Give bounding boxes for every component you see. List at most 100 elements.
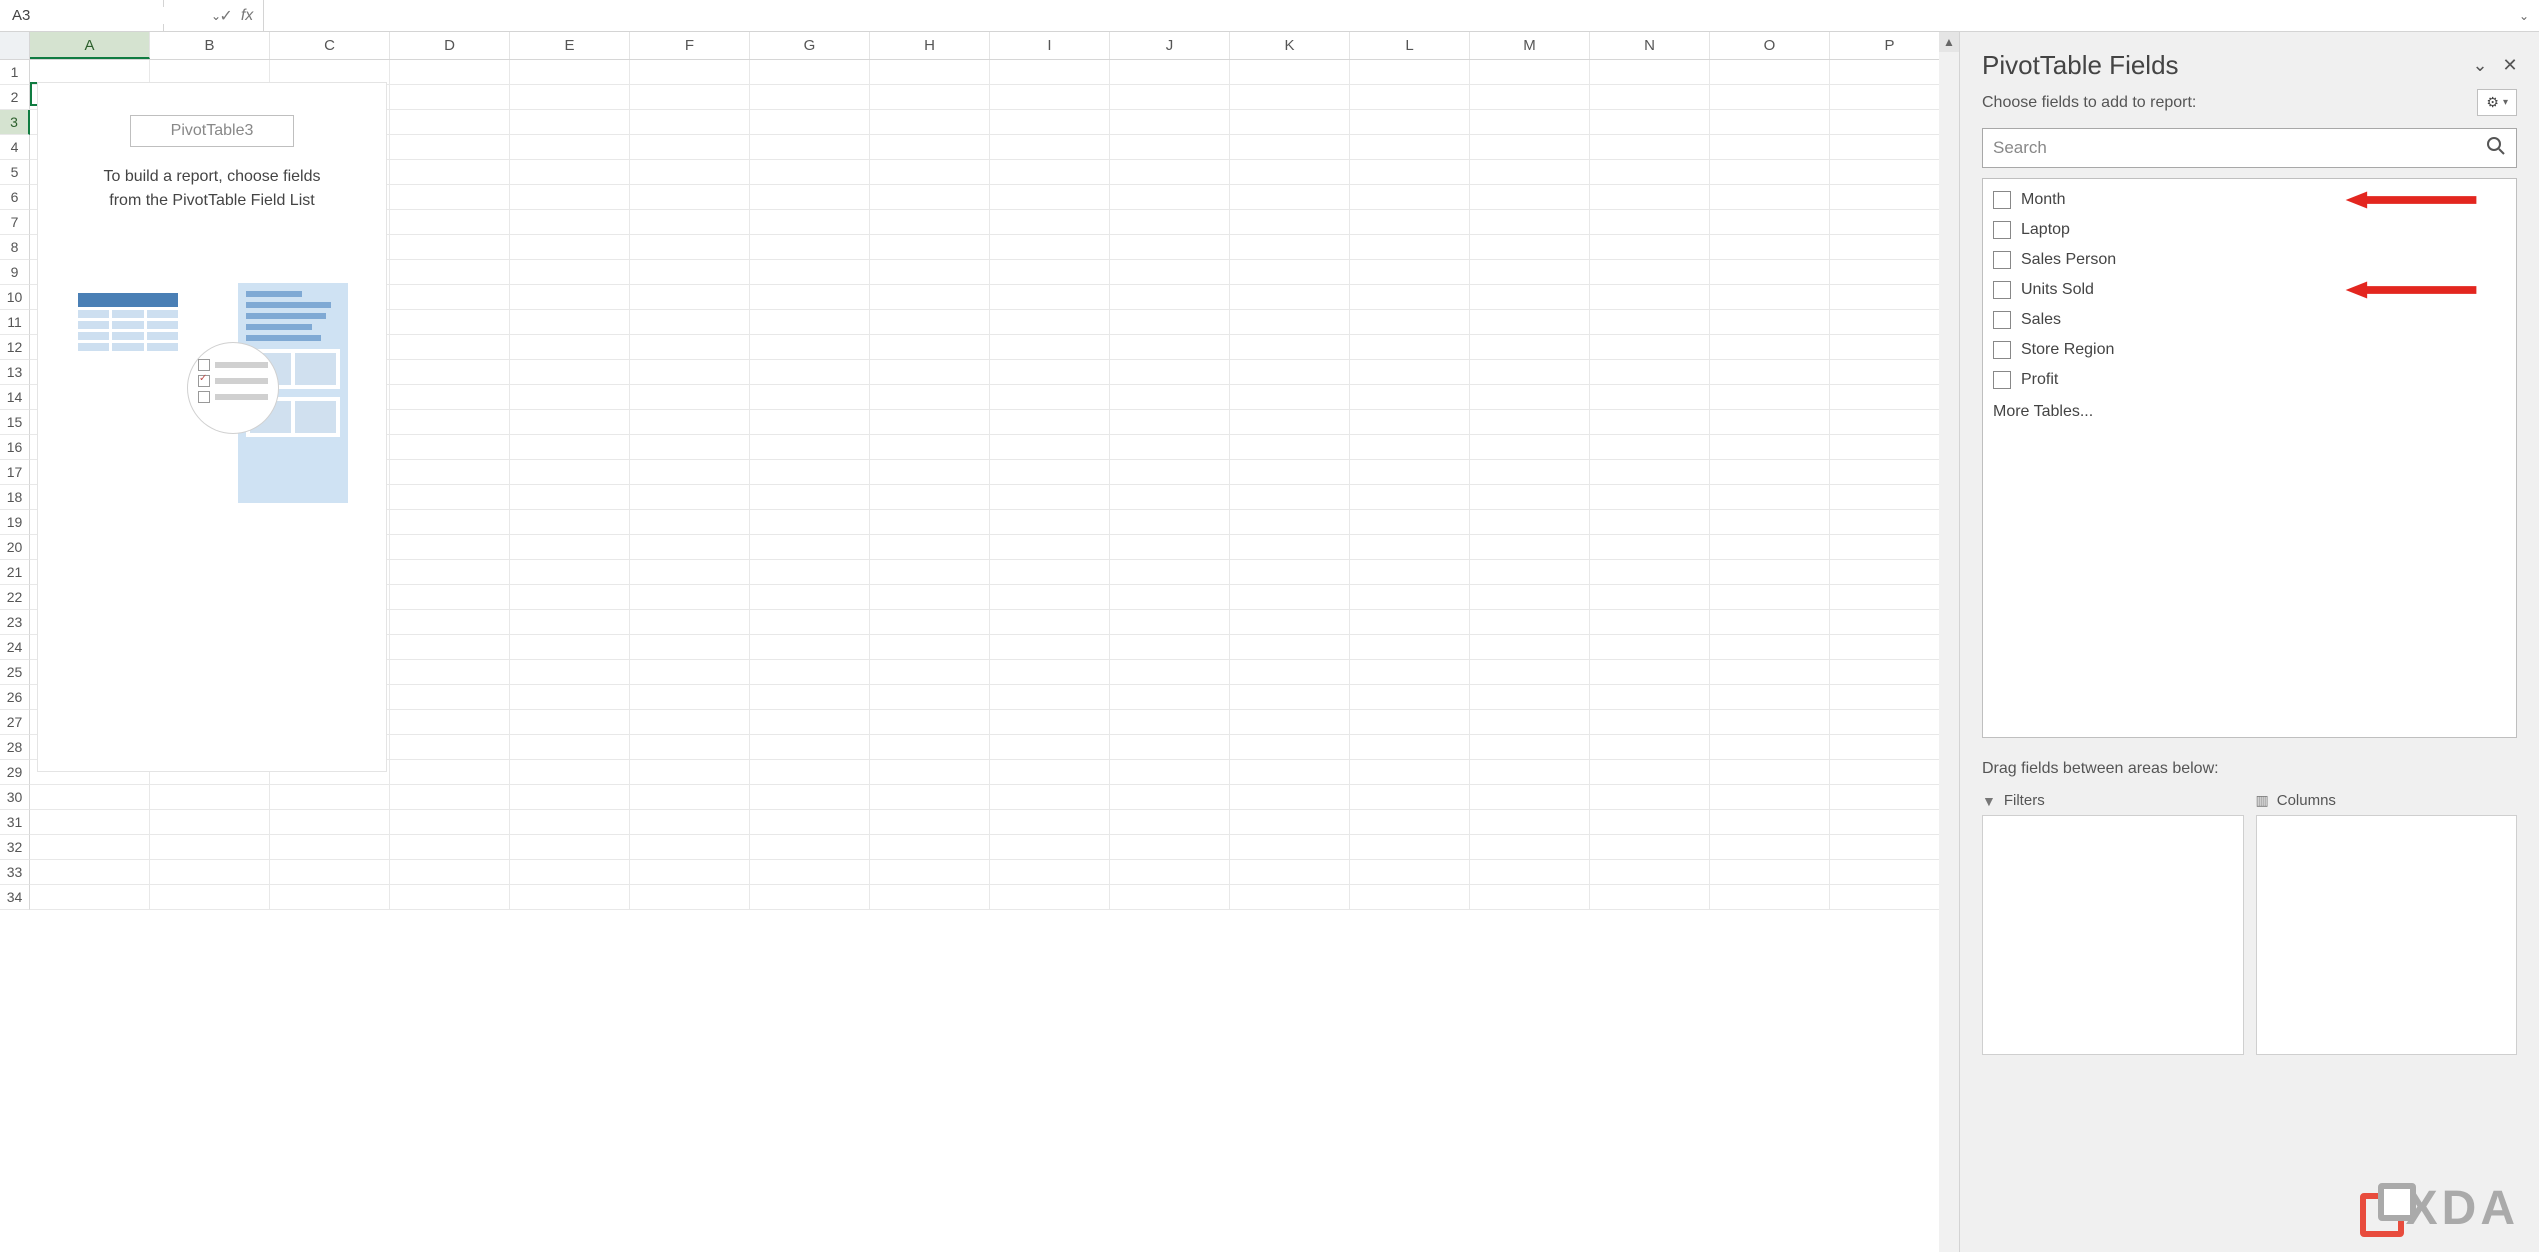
- cell-E34[interactable]: [510, 885, 630, 910]
- row-header-1[interactable]: 1: [0, 60, 30, 85]
- cell-G15[interactable]: [750, 410, 870, 435]
- field-item-units-sold[interactable]: Units Sold: [1983, 275, 2516, 305]
- cell-D3[interactable]: [390, 110, 510, 135]
- cell-P18[interactable]: [1830, 485, 1950, 510]
- cell-N27[interactable]: [1590, 710, 1710, 735]
- cell-H14[interactable]: [870, 385, 990, 410]
- cell-L23[interactable]: [1350, 610, 1470, 635]
- cell-E6[interactable]: [510, 185, 630, 210]
- cell-P19[interactable]: [1830, 510, 1950, 535]
- cell-O33[interactable]: [1710, 860, 1830, 885]
- cell-G21[interactable]: [750, 560, 870, 585]
- cell-M6[interactable]: [1470, 185, 1590, 210]
- col-header-i[interactable]: I: [990, 32, 1110, 59]
- cell-F3[interactable]: [630, 110, 750, 135]
- cell-G10[interactable]: [750, 285, 870, 310]
- cell-M22[interactable]: [1470, 585, 1590, 610]
- cell-K24[interactable]: [1230, 635, 1350, 660]
- cell-E22[interactable]: [510, 585, 630, 610]
- cell-P24[interactable]: [1830, 635, 1950, 660]
- cell-L16[interactable]: [1350, 435, 1470, 460]
- cell-L5[interactable]: [1350, 160, 1470, 185]
- cell-I33[interactable]: [990, 860, 1110, 885]
- cell-F25[interactable]: [630, 660, 750, 685]
- col-header-f[interactable]: F: [630, 32, 750, 59]
- cell-O14[interactable]: [1710, 385, 1830, 410]
- search-input[interactable]: [1993, 138, 2486, 158]
- cell-F17[interactable]: [630, 460, 750, 485]
- cell-G33[interactable]: [750, 860, 870, 885]
- row-header-8[interactable]: 8: [0, 235, 30, 260]
- row-header-14[interactable]: 14: [0, 385, 30, 410]
- cell-A30[interactable]: [30, 785, 150, 810]
- cell-I9[interactable]: [990, 260, 1110, 285]
- cell-D7[interactable]: [390, 210, 510, 235]
- col-header-g[interactable]: G: [750, 32, 870, 59]
- cell-P5[interactable]: [1830, 160, 1950, 185]
- row-header-18[interactable]: 18: [0, 485, 30, 510]
- cell-F11[interactable]: [630, 310, 750, 335]
- cell-K6[interactable]: [1230, 185, 1350, 210]
- cell-D4[interactable]: [390, 135, 510, 160]
- field-item-laptop[interactable]: Laptop: [1983, 215, 2516, 245]
- row-header-7[interactable]: 7: [0, 210, 30, 235]
- cell-D1[interactable]: [390, 60, 510, 85]
- cell-I14[interactable]: [990, 385, 1110, 410]
- cell-B34[interactable]: [150, 885, 270, 910]
- more-tables-link[interactable]: More Tables...: [1983, 395, 2516, 429]
- cell-K21[interactable]: [1230, 560, 1350, 585]
- cell-K10[interactable]: [1230, 285, 1350, 310]
- cell-G16[interactable]: [750, 435, 870, 460]
- cell-F14[interactable]: [630, 385, 750, 410]
- cell-I10[interactable]: [990, 285, 1110, 310]
- cell-P3[interactable]: [1830, 110, 1950, 135]
- cell-E12[interactable]: [510, 335, 630, 360]
- cell-H32[interactable]: [870, 835, 990, 860]
- cell-M32[interactable]: [1470, 835, 1590, 860]
- cell-F27[interactable]: [630, 710, 750, 735]
- cell-P16[interactable]: [1830, 435, 1950, 460]
- cell-J7[interactable]: [1110, 210, 1230, 235]
- cell-M15[interactable]: [1470, 410, 1590, 435]
- row-header-29[interactable]: 29: [0, 760, 30, 785]
- cell-K7[interactable]: [1230, 210, 1350, 235]
- cell-M21[interactable]: [1470, 560, 1590, 585]
- cell-E33[interactable]: [510, 860, 630, 885]
- cell-P22[interactable]: [1830, 585, 1950, 610]
- cell-O19[interactable]: [1710, 510, 1830, 535]
- row-header-32[interactable]: 32: [0, 835, 30, 860]
- cell-K8[interactable]: [1230, 235, 1350, 260]
- cell-M23[interactable]: [1470, 610, 1590, 635]
- cell-L33[interactable]: [1350, 860, 1470, 885]
- cell-K23[interactable]: [1230, 610, 1350, 635]
- cell-K34[interactable]: [1230, 885, 1350, 910]
- vertical-scrollbar[interactable]: ▲: [1939, 32, 1959, 1252]
- cell-N3[interactable]: [1590, 110, 1710, 135]
- cell-H30[interactable]: [870, 785, 990, 810]
- cell-O31[interactable]: [1710, 810, 1830, 835]
- cell-O17[interactable]: [1710, 460, 1830, 485]
- cell-I3[interactable]: [990, 110, 1110, 135]
- cell-L21[interactable]: [1350, 560, 1470, 585]
- cell-I6[interactable]: [990, 185, 1110, 210]
- row-header-25[interactable]: 25: [0, 660, 30, 685]
- cell-F20[interactable]: [630, 535, 750, 560]
- cell-G29[interactable]: [750, 760, 870, 785]
- cell-P1[interactable]: [1830, 60, 1950, 85]
- cell-G22[interactable]: [750, 585, 870, 610]
- cell-G1[interactable]: [750, 60, 870, 85]
- cell-L6[interactable]: [1350, 185, 1470, 210]
- cell-I24[interactable]: [990, 635, 1110, 660]
- cell-P8[interactable]: [1830, 235, 1950, 260]
- cell-G32[interactable]: [750, 835, 870, 860]
- col-header-l[interactable]: L: [1350, 32, 1470, 59]
- formula-expand-icon[interactable]: ⌄: [2509, 0, 2539, 31]
- cell-H7[interactable]: [870, 210, 990, 235]
- cell-M10[interactable]: [1470, 285, 1590, 310]
- cell-M16[interactable]: [1470, 435, 1590, 460]
- row-header-12[interactable]: 12: [0, 335, 30, 360]
- cell-F26[interactable]: [630, 685, 750, 710]
- cell-O3[interactable]: [1710, 110, 1830, 135]
- cell-J9[interactable]: [1110, 260, 1230, 285]
- row-header-31[interactable]: 31: [0, 810, 30, 835]
